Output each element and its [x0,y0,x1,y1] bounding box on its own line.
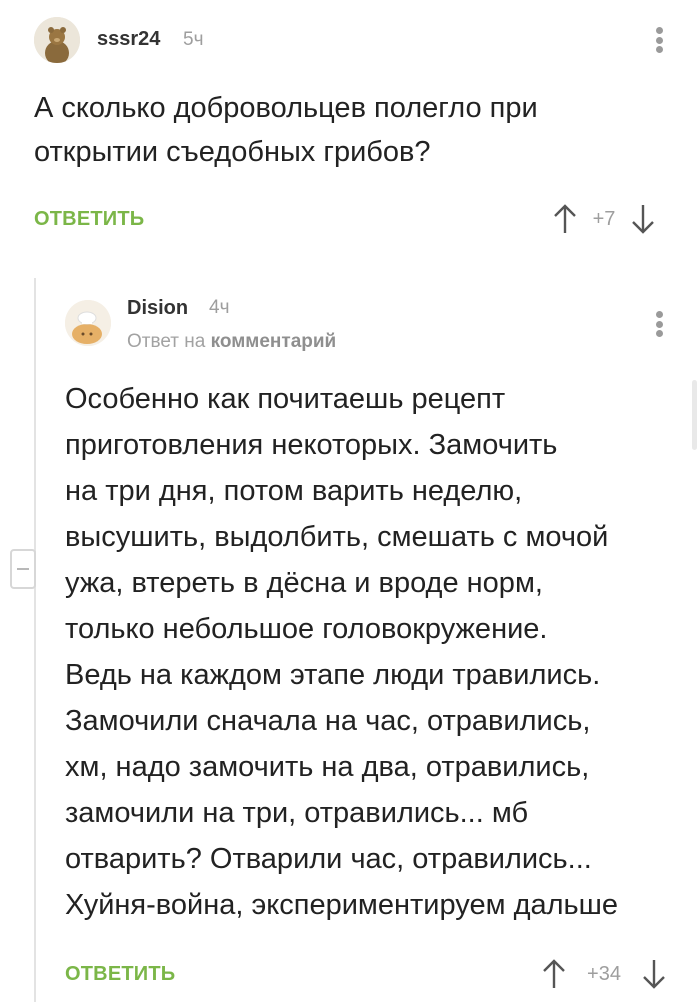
upvote-arrow-icon[interactable] [540,957,568,991]
reply-to-comment-link[interactable]: комментарий [211,331,337,352]
avatar-chef-image [65,300,111,346]
more-options-icon[interactable] [651,27,667,53]
downvote-arrow-icon[interactable] [640,957,668,991]
comment-text: А сколько добровольцев полегло при откры… [34,92,538,168]
comment-time: 5ч [183,29,204,50]
vote-controls: +34 [540,957,668,991]
upvote-arrow-icon[interactable] [551,202,579,236]
comment-text: Особенно как почитаешь рецепт приготовле… [65,383,619,921]
reply-button[interactable]: ОТВЕТИТЬ [34,208,144,231]
reply-to-prefix: Ответ на [127,331,206,352]
collapse-thread-button[interactable] [10,549,36,589]
author-name[interactable]: sssr24 [97,28,160,51]
reply-to-info: Ответ на комментарий [127,331,336,353]
vote-controls: +7 [551,202,657,236]
downvote-arrow-icon[interactable] [629,202,657,236]
comment-top: sssr24 5ч А сколько добровольцев полегло… [0,0,700,262]
reply-button[interactable]: ОТВЕТИТЬ [65,963,175,986]
rating-value: +34 [587,962,621,985]
thread-line[interactable] [34,278,36,1002]
author-name[interactable]: Dision [127,297,188,320]
avatar[interactable] [65,300,111,346]
scrollbar[interactable] [692,380,697,450]
more-options-icon[interactable] [651,311,667,337]
avatar[interactable] [34,17,80,63]
avatar-bear-image [34,17,80,63]
minus-icon [17,568,29,570]
comment-time: 4ч [209,297,230,318]
rating-value: +7 [592,207,616,230]
